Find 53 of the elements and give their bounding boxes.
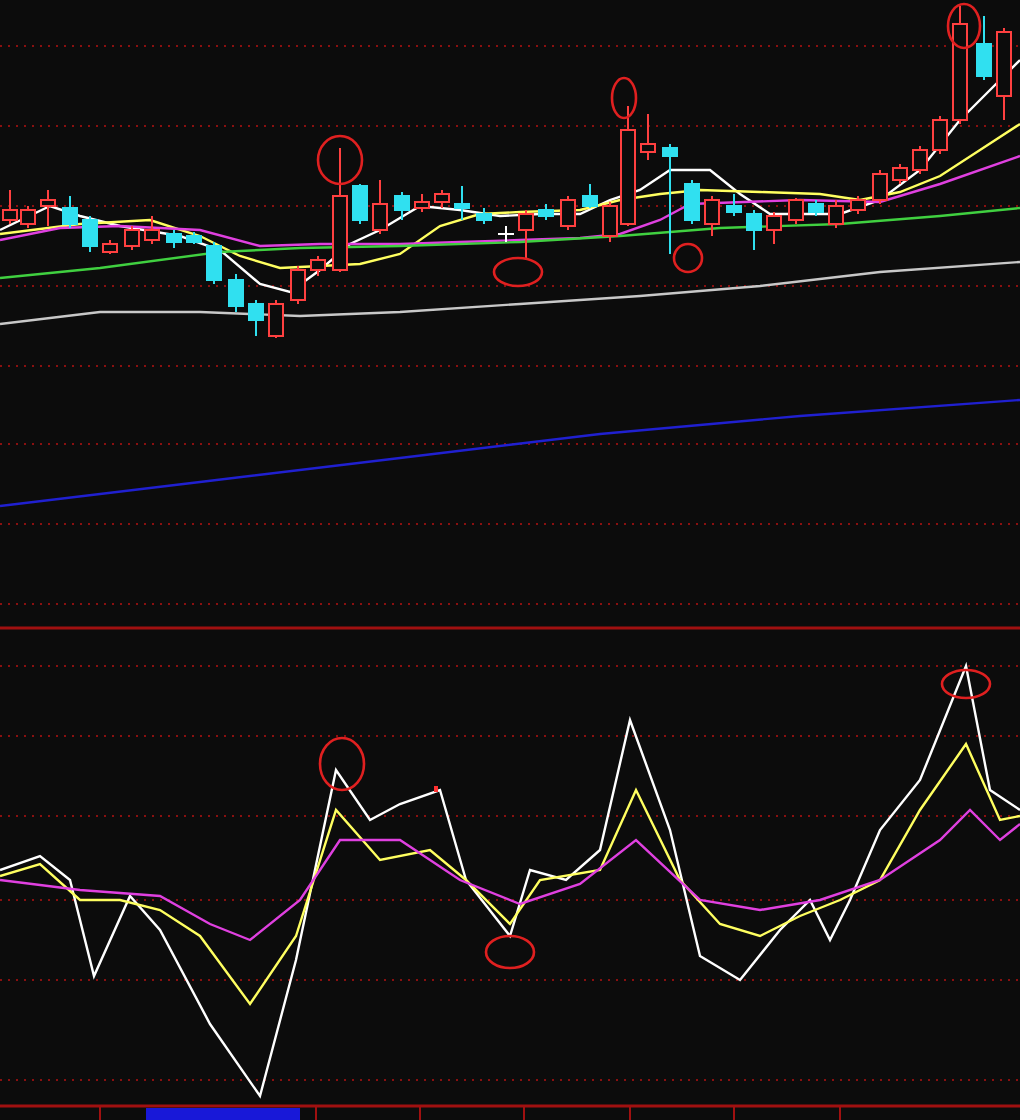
annotation-circle <box>492 256 544 288</box>
candlestick <box>828 199 844 229</box>
annotation-circle <box>610 76 638 120</box>
candlestick <box>560 195 576 231</box>
candlestick <box>248 299 264 337</box>
candlestick <box>808 199 824 217</box>
candlestick <box>332 147 348 273</box>
candlestick <box>766 211 782 245</box>
candlestick <box>788 197 804 225</box>
candlestick <box>952 5 968 125</box>
candlestick <box>310 255 326 277</box>
candlestick <box>582 183 598 209</box>
candlestick <box>40 189 56 227</box>
candlestick <box>82 215 98 253</box>
candlestick <box>892 163 908 185</box>
annotation-circle <box>672 242 704 274</box>
candlestick <box>166 229 182 249</box>
candlestick <box>124 225 140 251</box>
candlestick <box>684 179 700 225</box>
candlestick <box>394 191 410 221</box>
candlestick <box>352 183 368 225</box>
candlestick <box>662 143 678 255</box>
candlestick <box>976 15 992 81</box>
candlestick <box>476 207 492 225</box>
candlestick <box>206 241 222 285</box>
candlestick <box>290 265 306 305</box>
candlestick <box>704 195 720 237</box>
candlestick <box>932 115 948 155</box>
candlestick <box>872 169 888 205</box>
annotation-circle <box>940 668 992 700</box>
candlestick <box>538 203 554 221</box>
candlestick <box>726 193 742 217</box>
candlestick <box>102 239 118 255</box>
candlestick <box>434 189 450 209</box>
candlestick <box>912 145 928 175</box>
candlestick <box>186 231 202 245</box>
candlestick <box>497 225 515 243</box>
candlestick <box>996 27 1012 121</box>
candlestick <box>454 185 470 221</box>
candlestick <box>850 195 866 215</box>
candlestick <box>144 215 160 245</box>
candlestick <box>62 195 78 229</box>
candlestick <box>414 193 430 213</box>
candlestick <box>228 273 244 313</box>
candlestick <box>746 209 762 251</box>
annotation-circle <box>316 134 364 186</box>
candlestick <box>372 179 388 235</box>
annotation-circle <box>484 934 536 970</box>
candlestick <box>518 209 534 261</box>
annotation-circle <box>946 2 982 50</box>
candlestick <box>268 299 284 339</box>
annotation-circle <box>318 736 366 792</box>
candlestick <box>640 113 656 161</box>
